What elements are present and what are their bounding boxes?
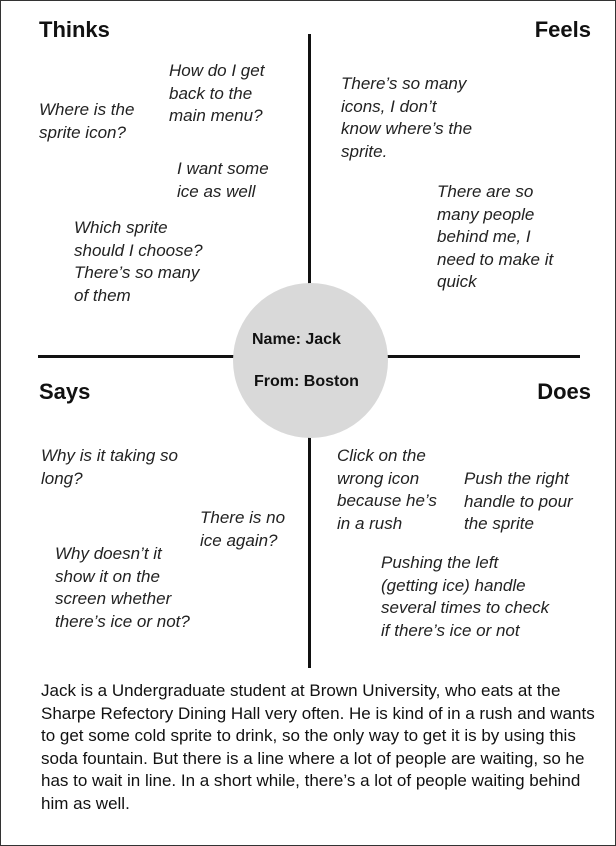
- feels-note-icons: There’s so many icons, I don’t know wher…: [341, 74, 473, 161]
- does-note-left-handle: Pushing the left (getting ice) handle se…: [381, 553, 550, 640]
- horizontal-axis-left: [38, 355, 234, 358]
- says-note-taking-long: Why is it taking so long?: [41, 446, 178, 488]
- persona-circle: [233, 283, 388, 438]
- says-note-screen: Why doesn’t it show it on the screen whe…: [55, 544, 190, 631]
- vertical-axis-bottom: [308, 437, 311, 668]
- thinks-note-main-menu: How do I get back to the main menu?: [169, 61, 265, 125]
- does-heading: Does: [537, 379, 591, 404]
- vertical-axis-top: [308, 34, 311, 284]
- persona-location: From: Boston: [254, 373, 359, 390]
- does-note-right-handle: Push the right handle to pour the sprite: [464, 469, 573, 533]
- thinks-note-which-sprite: Which sprite should I choose? There’s so…: [74, 218, 203, 305]
- feels-note-people-behind: There are so many people behind me, I ne…: [437, 182, 554, 291]
- says-note-no-ice: There is no ice again?: [200, 508, 286, 550]
- horizontal-axis-right: [387, 355, 580, 358]
- persona-description: Jack is a Undergraduate student at Brown…: [41, 681, 595, 813]
- thinks-note-ice: I want some ice as well: [177, 159, 269, 201]
- does-note-wrong-icon: Click on the wrong icon because he’s in …: [337, 446, 437, 533]
- empathy-map: Thinks Feels Says Does How do I get back…: [0, 0, 616, 846]
- thinks-heading: Thinks: [39, 17, 110, 42]
- feels-heading: Feels: [534, 17, 591, 42]
- thinks-note-sprite-icon: Where is the sprite icon?: [39, 100, 135, 142]
- persona-name: Name: Jack: [252, 331, 341, 348]
- says-heading: Says: [39, 379, 91, 404]
